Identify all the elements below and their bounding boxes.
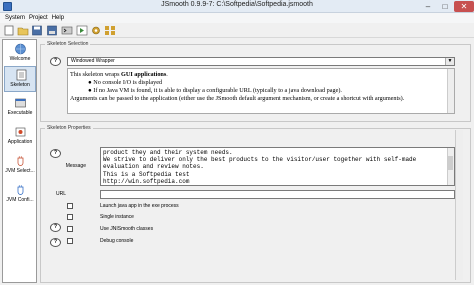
desc-line: Arguments can be passed to the applicati… — [70, 95, 405, 102]
nav-item-skeleton[interactable]: Skeleton — [4, 66, 36, 92]
nav-label: JVM Select... — [5, 168, 35, 174]
menu-system[interactable]: System — [5, 15, 25, 21]
message-line: We strive to deliver only the best produ… — [103, 156, 417, 164]
checkbox-label: Single instance — [100, 214, 134, 220]
message-line: This is a Softpedia test — [103, 170, 190, 178]
message-scrollbar[interactable] — [447, 148, 454, 185]
message-line: http://win.softpedia.com — [103, 177, 190, 185]
modules-icon[interactable] — [104, 25, 116, 36]
title-bar: JSmooth 0.9.9-7: C:\Softpedia\Softpedia.… — [0, 0, 474, 13]
checkbox-label: Use JNISmooth classes — [100, 226, 154, 232]
nav-item-welcome[interactable]: Welcome — [4, 41, 36, 67]
skeleton-icon — [16, 69, 27, 81]
checkbox-label: Launch java app in the exe process — [100, 203, 179, 209]
skeleton-select[interactable]: Windowed Wrapper ▼ — [67, 57, 455, 66]
nav-label: JVM Confi... — [6, 197, 34, 203]
group-legend: Skeleton Selection — [45, 41, 91, 47]
message-textarea[interactable]: product they and their system needs. We … — [100, 147, 455, 186]
help-icon[interactable]: ? — [50, 223, 61, 232]
help-icon[interactable]: ? — [50, 238, 61, 247]
nav-label: Application — [7, 139, 33, 145]
debug-console-checkbox[interactable] — [67, 238, 73, 244]
menu-bar: System Project Help — [0, 13, 474, 23]
menu-project[interactable]: Project — [29, 15, 48, 21]
run-exe-icon[interactable] — [76, 25, 88, 36]
scroll-thumb[interactable] — [448, 156, 453, 170]
url-input[interactable] — [100, 190, 455, 199]
close-button[interactable]: ✕ — [454, 1, 474, 12]
window-title: JSmooth 0.9.9-7: C:\Softpedia\Softpedia.… — [161, 1, 313, 8]
nav-item-executable[interactable]: Executable — [4, 95, 36, 121]
minimize-button[interactable]: – — [420, 1, 436, 12]
launch-in-exe-checkbox[interactable] — [67, 203, 73, 209]
menu-help[interactable]: Help — [52, 15, 64, 21]
group-legend: Skeleton Properties — [45, 125, 93, 131]
skeleton-description: This skeleton wraps GUI applications. ● … — [67, 68, 455, 114]
nav-label: Skeleton — [10, 82, 30, 88]
save-project-icon[interactable] — [31, 25, 43, 36]
chevron-down-icon[interactable]: ▼ — [445, 58, 454, 65]
properties-scrollbar[interactable] — [455, 130, 463, 280]
message-line: product they and their system needs. — [103, 149, 233, 156]
save-as-project-icon[interactable] — [46, 25, 58, 36]
globe-icon — [15, 43, 26, 55]
message-label: Message — [65, 163, 86, 169]
nav-label: Executable — [7, 110, 33, 116]
desc-line: This skeleton wraps GUI applications. — [70, 71, 168, 78]
toolbar — [0, 23, 474, 38]
jvm-select-icon — [17, 155, 24, 166]
executable-icon — [15, 98, 26, 108]
use-jnismooth-checkbox[interactable] — [67, 226, 73, 232]
left-navigation: Welcome Skeleton Executable Application … — [2, 39, 37, 283]
message-line: evaluation and review notes. — [103, 163, 204, 171]
help-icon[interactable]: ? — [50, 149, 61, 158]
desc-bullet: ● If no Java VM is found, it is able to … — [88, 87, 342, 94]
nav-item-jvm-select[interactable]: JVM Select... — [4, 153, 36, 179]
compile-icon[interactable] — [61, 25, 73, 36]
description-scrollbar[interactable] — [447, 69, 454, 113]
options-icon[interactable] — [90, 25, 102, 36]
url-label: URL — [55, 191, 66, 197]
maximize-button[interactable]: □ — [437, 1, 453, 12]
skeleton-select-value: Windowed Wrapper — [71, 58, 115, 64]
desc-bullet: ● No console I/O is displayed — [88, 79, 163, 86]
new-project-icon[interactable] — [3, 25, 15, 36]
single-instance-checkbox[interactable] — [67, 214, 73, 220]
nav-item-application[interactable]: Application — [4, 124, 36, 150]
nav-label: Welcome — [9, 56, 31, 62]
checkbox-label: Debug console — [100, 238, 134, 244]
help-icon[interactable]: ? — [50, 57, 61, 66]
application-icon — [15, 127, 26, 137]
open-project-icon[interactable] — [17, 25, 29, 36]
